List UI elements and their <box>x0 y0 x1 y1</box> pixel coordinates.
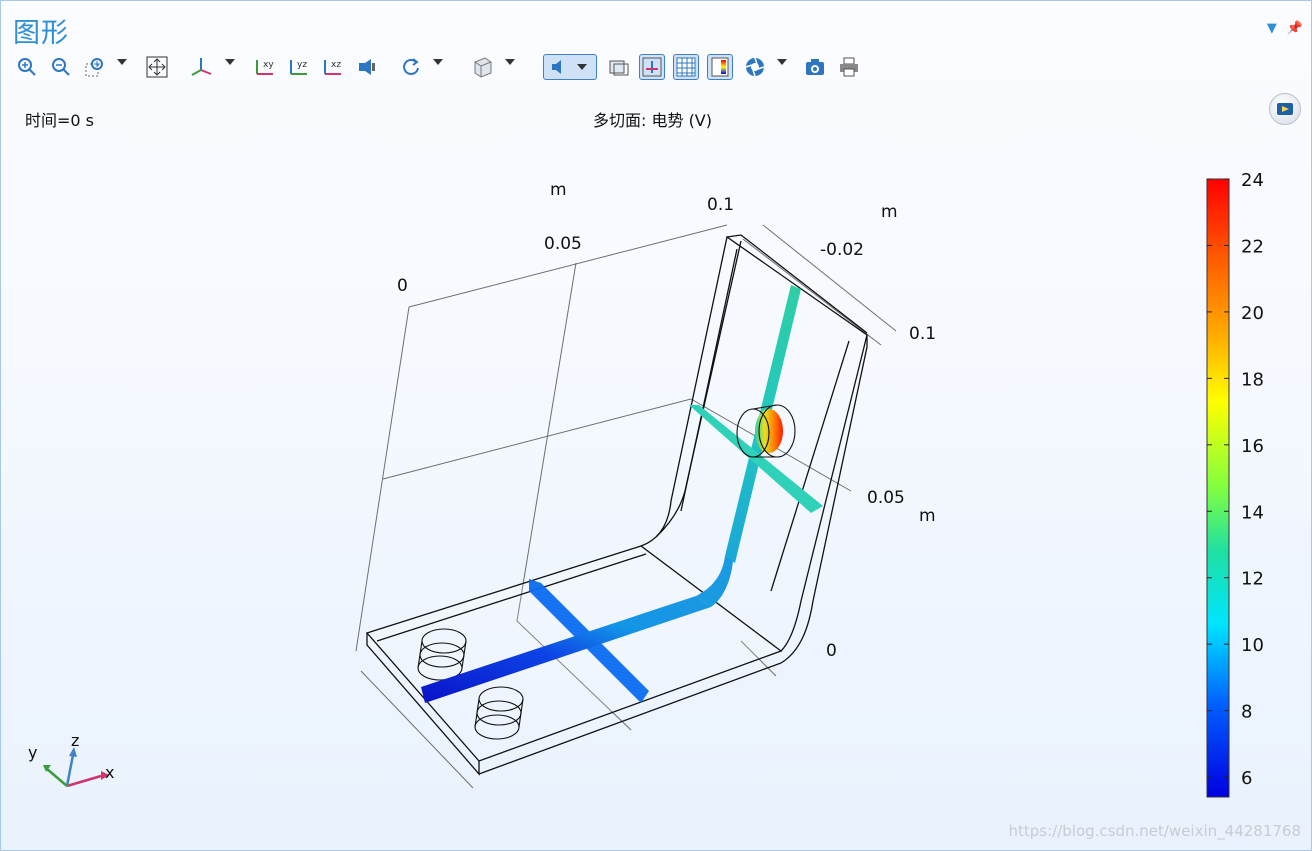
colorbar-tick-label: 8 <box>1241 702 1252 723</box>
axis-unit-label: m <box>919 506 936 526</box>
triad-x-label: x <box>105 763 115 782</box>
colorbar-tick-label: 22 <box>1241 236 1264 257</box>
axis-tick-label: 0.05 <box>544 234 582 254</box>
axis-tick-label: 0.1 <box>707 195 734 215</box>
graphics-window: 图形 ▼ 📌 xy yz xz 时间=0 s 多切面: 电势 (V) m m m… <box>0 0 1312 851</box>
axis-unit-label: m <box>550 180 567 200</box>
axis-tick-label: 0 <box>397 276 408 296</box>
axis-tick-label: 0 <box>826 641 837 661</box>
colorbar: 24 22 20 18 16 14 12 10 8 6 <box>1206 170 1264 798</box>
axis-tick-label: 0.05 <box>867 488 905 508</box>
colorbar-tick-label: 16 <box>1241 436 1264 457</box>
triad-y-label: y <box>28 743 38 762</box>
axis-tick-label: 0.1 <box>909 324 936 344</box>
colorbar-tick-label: 20 <box>1241 303 1264 324</box>
colorbar-tick-label: 10 <box>1241 635 1264 656</box>
colorbar-tick-label: 24 <box>1241 170 1264 191</box>
colorbar-tick-label: 12 <box>1241 569 1264 590</box>
triad-z-label: z <box>71 731 80 750</box>
colorbar-tick-label: 6 <box>1241 768 1252 789</box>
colorbar-tick-label: 18 <box>1241 369 1264 390</box>
axis-unit-label: m <box>881 202 898 222</box>
axis-triad: x y z <box>25 731 125 793</box>
watermark: https://blog.csdn.net/weixin_44281768 <box>1008 822 1301 840</box>
plot-canvas[interactable]: m m m 0 0.05 0.1 -0.02 0.1 0.05 0 24 22 20… <box>1 1 1312 851</box>
colorbar-tick-label: 14 <box>1241 502 1264 523</box>
axis-tick-label: -0.02 <box>820 240 864 260</box>
